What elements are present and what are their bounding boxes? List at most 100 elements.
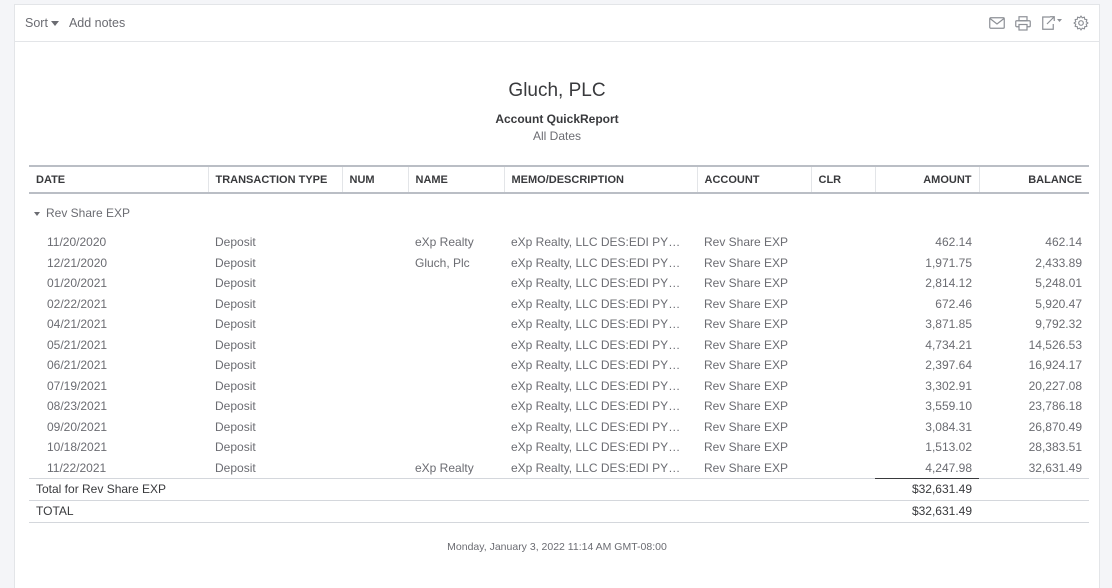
- cell-transaction-type: Deposit: [215, 296, 256, 311]
- table-row[interactable]: 08/23/2021 Deposit eXp Realty, LLC DES:EDI…: [29, 396, 1089, 417]
- column-header-name[interactable]: NAME: [407, 165, 504, 194]
- cell-transaction-type: Deposit: [215, 276, 256, 291]
- cell-balance: 16,924.17: [1028, 358, 1082, 373]
- table-row[interactable]: 04/21/2021 Deposit eXp Realty, LLC DES:EDI…: [29, 314, 1089, 335]
- subtotal-amount[interactable]: $32,631.49: [875, 477, 979, 500]
- cell-transaction-type: Deposit: [215, 337, 256, 352]
- cell-clr: [811, 273, 875, 294]
- cell-name: [408, 335, 504, 356]
- email-icon[interactable]: [989, 17, 1005, 29]
- table-row[interactable]: 06/21/2021 Deposit eXp Realty, LLC DES:EDI…: [29, 355, 1089, 376]
- table-row[interactable]: 10/18/2021 Deposit eXp Realty, LLC DES:EDI…: [29, 437, 1089, 458]
- cell-name: eXp Realty: [415, 460, 474, 475]
- column-header-account[interactable]: ACCOUNT: [696, 165, 811, 194]
- cell-memo: eXp Realty, LLC DES:EDI PYMNT...: [511, 399, 697, 414]
- column-header-amount[interactable]: AMOUNT: [874, 165, 979, 194]
- table-row[interactable]: 07/19/2021 Deposit eXp Realty, LLC DES:EDI…: [29, 376, 1089, 397]
- cell-transaction-type: Deposit: [215, 235, 256, 250]
- sort-dropdown[interactable]: Sort: [25, 16, 59, 30]
- cell-date: 11/22/2021: [47, 460, 107, 475]
- cell-clr: [811, 437, 875, 458]
- cell-transaction-type: Deposit: [215, 440, 256, 455]
- column-header-num[interactable]: NUM: [341, 165, 408, 194]
- table-row[interactable]: 09/20/2021 Deposit eXp Realty, LLC DES:EDI…: [29, 417, 1089, 438]
- group-toggle[interactable]: Rev Share EXP: [29, 193, 1089, 232]
- export-icon[interactable]: [1041, 15, 1063, 31]
- cell-clr: [811, 355, 875, 376]
- cell-date: 05/21/2021: [47, 337, 108, 352]
- column-header-balance[interactable]: BALANCE: [978, 165, 1089, 194]
- cell-balance: 32,631.49: [1028, 460, 1082, 475]
- cell-memo: eXp Realty, LLC DES:EDI PYMNT...: [511, 358, 697, 373]
- table-header-row: DATE TRANSACTION TYPE NUM NAME MEMO/DESC…: [29, 165, 1089, 194]
- cell-clr: [811, 335, 875, 356]
- table-row[interactable]: 05/21/2021 Deposit eXp Realty, LLC DES:EDI…: [29, 335, 1089, 356]
- cell-account: Rev Share EXP: [704, 317, 789, 332]
- cell-balance: 20,227.08: [1028, 378, 1082, 393]
- cell-transaction-type: Deposit: [215, 399, 256, 414]
- cell-num: [342, 335, 408, 356]
- cell-memo: eXp Realty, LLC DES:EDI PYMNT...: [511, 378, 697, 393]
- cell-date: 11/20/2020: [47, 235, 107, 250]
- total-amount[interactable]: $32,631.49: [875, 499, 979, 523]
- add-notes-button[interactable]: Add notes: [69, 16, 125, 30]
- cell-date: 02/22/2021: [47, 296, 108, 311]
- report-date-range: All Dates: [532, 129, 582, 143]
- table-row[interactable]: 11/22/2021 Deposit eXp Realty eXp Realty, L…: [29, 458, 1089, 479]
- cell-clr: [811, 396, 875, 417]
- cell-transaction-type: Deposit: [215, 378, 256, 393]
- cell-num: [342, 355, 408, 376]
- table-row[interactable]: 02/22/2021 Deposit eXp Realty, LLC DES:EDI…: [29, 294, 1089, 315]
- cell-name: [408, 396, 504, 417]
- cell-name: [408, 417, 504, 438]
- total-label: TOTAL: [29, 499, 875, 523]
- cell-memo: eXp Realty, LLC DES:EDI PYMNT...: [511, 419, 697, 434]
- cell-clr: [811, 294, 875, 315]
- cell-account: Rev Share EXP: [704, 399, 789, 414]
- column-header-transaction-type[interactable]: TRANSACTION TYPE: [207, 165, 342, 194]
- cell-balance: 462.14: [1045, 235, 1082, 250]
- cell-num: [342, 253, 408, 274]
- cell-transaction-type: Deposit: [215, 419, 256, 434]
- settings-icon[interactable]: [1073, 15, 1089, 31]
- cell-name: [408, 294, 504, 315]
- cell-memo: eXp Realty, LLC DES:EDI PYMNT...: [511, 460, 697, 475]
- cell-amount: 672.46: [935, 296, 972, 311]
- cell-date: 12/21/2020: [47, 255, 108, 270]
- column-header-clr[interactable]: CLR: [810, 165, 875, 194]
- cell-memo: eXp Realty, LLC DES:EDI PYMNT...: [511, 276, 697, 291]
- cell-amount: 4,247.98: [925, 460, 972, 475]
- cell-balance: 23,786.18: [1028, 399, 1082, 414]
- cell-amount: 1,513.02: [925, 440, 972, 455]
- table-row[interactable]: 11/20/2020 Deposit eXp Realty eXp Realty, L…: [29, 232, 1089, 253]
- cell-account: Rev Share EXP: [704, 419, 789, 434]
- total-balance-cell: [979, 499, 1089, 523]
- cell-memo: eXp Realty, LLC DES:EDI PYMNT...: [511, 337, 697, 352]
- table-row[interactable]: 01/20/2021 Deposit eXp Realty, LLC DES:EDI…: [29, 273, 1089, 294]
- column-header-date[interactable]: DATE: [29, 165, 208, 194]
- cell-clr: [811, 253, 875, 274]
- report-header: Gluch, PLC Account QuickReport All Dates: [15, 79, 1099, 143]
- group-row[interactable]: Rev Share EXP: [29, 193, 1089, 232]
- cell-memo: eXp Realty, LLC DES:EDI PYMNT...: [511, 317, 697, 332]
- table-row[interactable]: 12/21/2020 Deposit Gluch, Plc eXp Realty, L…: [29, 253, 1089, 274]
- cell-date: 01/20/2021: [47, 276, 108, 291]
- cell-clr: [811, 458, 875, 479]
- cell-amount: 3,084.31: [925, 419, 972, 434]
- sort-label: Sort: [25, 16, 48, 30]
- cell-account: Rev Share EXP: [704, 440, 789, 455]
- cell-amount: 3,559.10: [925, 399, 972, 414]
- cell-name: Gluch, Plc: [415, 255, 470, 270]
- cell-balance: 2,433.89: [1035, 255, 1082, 270]
- collapse-caret-icon[interactable]: [34, 211, 40, 216]
- report-panel: Sort Add notes Gluch, PLC Account QuickR…: [14, 4, 1100, 588]
- column-header-memo[interactable]: MEMO/DESCRIPTION: [503, 165, 697, 194]
- cell-transaction-type: Deposit: [215, 255, 256, 270]
- report-title: Account QuickReport: [495, 112, 619, 126]
- report-table: DATE TRANSACTION TYPE NUM NAME MEMO/DESC…: [29, 165, 1089, 523]
- cell-account: Rev Share EXP: [704, 358, 789, 373]
- print-icon[interactable]: [1015, 15, 1031, 31]
- cell-clr: [811, 232, 875, 253]
- cell-num: [342, 273, 408, 294]
- cell-clr: [811, 417, 875, 438]
